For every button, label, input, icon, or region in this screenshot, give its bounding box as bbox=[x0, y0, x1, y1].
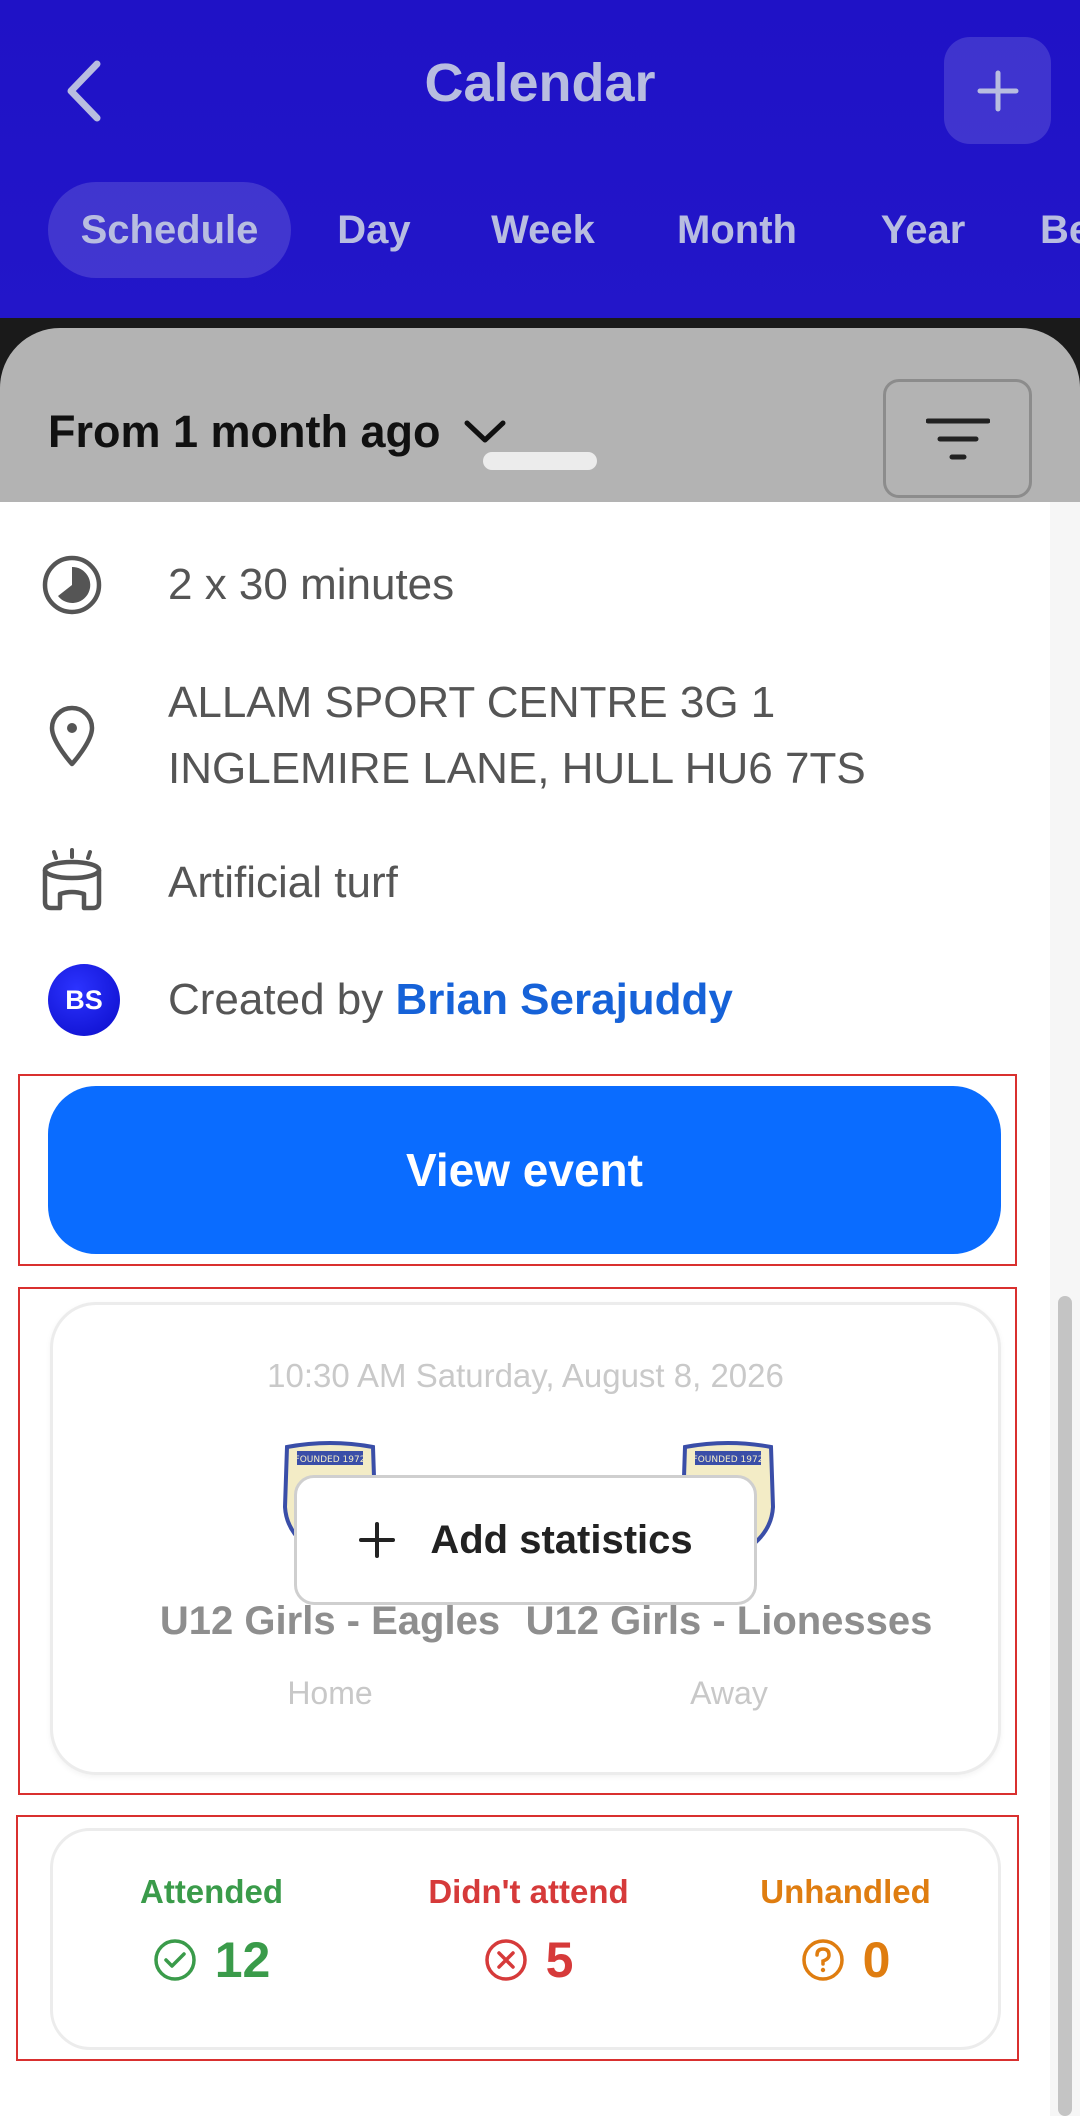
not-attended-label: Didn't attend bbox=[428, 1873, 629, 1910]
attended-label: Attended bbox=[140, 1873, 283, 1910]
location-line-1: ALLAM SPORT CENTRE 3G 1 bbox=[168, 678, 776, 727]
tab-schedule[interactable]: Schedule bbox=[48, 182, 291, 278]
tab-year[interactable]: Year bbox=[862, 182, 984, 278]
unhandled-stat: 0 bbox=[687, 1931, 1004, 1989]
scrollbar-thumb[interactable] bbox=[1058, 1296, 1072, 2116]
creator-name-link[interactable]: Brian Serajuddy bbox=[395, 975, 732, 1024]
away-team-name: U12 Girls - Lionesses bbox=[525, 1599, 933, 1643]
not-attended-count: 5 bbox=[545, 1932, 574, 1988]
surface-text: Artificial turf bbox=[168, 858, 398, 907]
chevron-left-icon bbox=[67, 60, 101, 122]
add-statistics-button[interactable]: Add statistics bbox=[294, 1475, 757, 1605]
page-title: Calendar bbox=[424, 53, 656, 113]
view-event-button[interactable]: View event bbox=[48, 1086, 1001, 1254]
unhandled-label: Unhandled bbox=[760, 1873, 931, 1910]
location-line-2: INGLEMIRE LANE, HULL HU6 7TS bbox=[168, 744, 866, 793]
not-attended-stat: 5 bbox=[370, 1931, 687, 1989]
chevron-down-icon bbox=[464, 420, 505, 443]
stadium-icon bbox=[40, 848, 104, 912]
location-row: ALLAM SPORT CENTRE 3G 1 INGLEMIRE LANE, … bbox=[0, 670, 1050, 802]
sheet-drag-handle[interactable] bbox=[483, 452, 597, 470]
plus-icon bbox=[359, 1522, 396, 1558]
add-statistics-label: Add statistics bbox=[430, 1517, 693, 1562]
add-event-button[interactable] bbox=[944, 37, 1051, 144]
duration-clock-icon bbox=[40, 553, 104, 617]
date-range-label: From 1 month ago bbox=[48, 406, 441, 457]
filter-button[interactable] bbox=[883, 379, 1032, 498]
app-header: Calendar Schedule Day Week Month Year Be bbox=[0, 0, 1080, 318]
home-crest-text: FOUNDED 1972 bbox=[295, 1455, 366, 1465]
question-circle-icon bbox=[801, 1939, 844, 1981]
creator-row: BS Created by Brian Serajuddy bbox=[0, 964, 1050, 1036]
duration-text: 2 x 30 minutes bbox=[168, 560, 455, 609]
creator-text: Created by Brian Serajuddy bbox=[168, 967, 733, 1033]
date-range-dropdown[interactable]: From 1 month ago bbox=[48, 406, 507, 458]
unhandled-count: 0 bbox=[862, 1932, 891, 1988]
x-circle-icon bbox=[484, 1939, 527, 1981]
tab-day[interactable]: Day bbox=[316, 182, 432, 278]
away-crest-text: FOUNDED 1972 bbox=[693, 1455, 764, 1465]
tab-more[interactable]: Be bbox=[1040, 182, 1080, 278]
tab-month[interactable]: Month bbox=[660, 182, 814, 278]
match-datetime: 10:30 AM Saturday, August 8, 2026 bbox=[267, 1357, 784, 1394]
away-label: Away bbox=[690, 1675, 768, 1711]
location-pin-icon bbox=[40, 704, 104, 768]
creator-avatar: BS bbox=[48, 964, 120, 1036]
check-circle-icon bbox=[153, 1939, 196, 1981]
attended-count: 12 bbox=[214, 1932, 271, 1988]
creator-prefix: Created by bbox=[168, 975, 396, 1024]
duration-row: 2 x 30 minutes bbox=[0, 552, 1050, 618]
attended-stat: 12 bbox=[53, 1931, 370, 1989]
attendance-summary-card[interactable]: Attended 12 Didn't attend 5 Unhandled 0 bbox=[50, 1828, 1001, 2050]
plus-icon bbox=[977, 70, 1018, 111]
home-label: Home bbox=[287, 1675, 373, 1711]
home-team-name: U12 Girls - Eagles bbox=[159, 1599, 501, 1643]
view-tabs: Schedule Day Week Month Year Be bbox=[0, 182, 1080, 278]
filter-icon bbox=[925, 418, 990, 459]
surface-row: Artificial turf bbox=[0, 848, 1050, 916]
back-button[interactable] bbox=[48, 48, 118, 134]
tab-week[interactable]: Week bbox=[470, 182, 616, 278]
